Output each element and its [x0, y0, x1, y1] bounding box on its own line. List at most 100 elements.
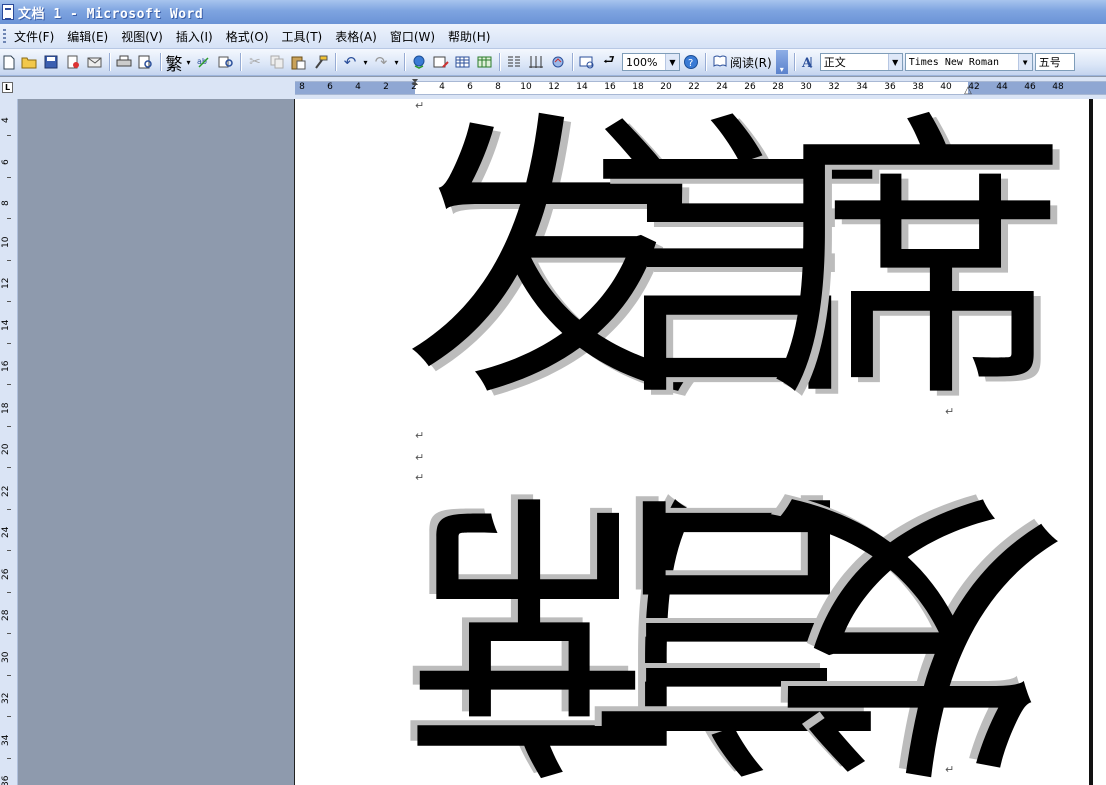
ruler-tick	[7, 591, 11, 593]
ruler-tick	[7, 218, 11, 219]
ruler-tick	[7, 716, 11, 717]
menu-table[interactable]: 表格(A)	[331, 26, 386, 47]
title-bar: 文档 1 - Microsoft Word	[0, 0, 1106, 24]
toolbar-overflow-icon[interactable]: ▾	[775, 50, 788, 74]
document-map-icon[interactable]	[547, 51, 569, 73]
paragraph-mark: ↵	[415, 99, 425, 112]
menu-edit[interactable]: 编辑(E)	[63, 26, 117, 47]
document-char[interactable]: 席	[767, 113, 1067, 413]
document-page[interactable]: 发 言 席 ↵ ↵ ↵ ↵ ↵ 席 言 发 ↵	[294, 99, 1091, 785]
tab-selector[interactable]: L	[0, 77, 18, 99]
paragraph-mark: ↵	[415, 429, 425, 442]
toolbar-separator	[160, 53, 161, 71]
ruler-tick	[7, 425, 11, 427]
ruler-tick	[7, 135, 11, 136]
chevron-down-icon[interactable]: ▾	[361, 51, 370, 73]
ruler-tick	[7, 674, 11, 676]
columns-icon[interactable]	[503, 51, 525, 73]
email-icon[interactable]	[84, 51, 106, 73]
show-hide-icon[interactable]	[576, 51, 598, 73]
toolbar-separator	[705, 53, 706, 71]
redo-icon[interactable]: ↷	[370, 51, 392, 73]
traditional-chinese-button[interactable]: 繁	[164, 51, 184, 75]
vertical-ruler-number: 20	[1, 443, 11, 455]
font-select[interactable]: Times New Roman ▼	[904, 53, 1033, 71]
chevron-down-icon[interactable]: ▼	[887, 54, 902, 70]
vertical-ruler-number: 36	[1, 775, 11, 785]
ruler-number: 8	[299, 82, 305, 92]
vertical-ruler-number: 26	[1, 568, 11, 580]
vertical-ruler-number: 22	[1, 485, 11, 497]
zoom-select[interactable]: 100% ▼	[622, 53, 680, 71]
vertical-ruler-number: 12	[1, 277, 11, 289]
ruler-tick	[7, 508, 11, 510]
vertical-ruler-number: 4	[1, 117, 11, 123]
insert-table-icon[interactable]	[452, 51, 474, 73]
new-document-icon[interactable]	[0, 51, 18, 73]
standard-toolbar: 繁 ▾ ab ✂ ↶ ▾ ↷ ▾ ⮐ 100% ▼ ? 阅读(R) ▾ A 正文…	[0, 49, 1106, 76]
ruler-tick	[7, 550, 11, 551]
pilcrow-icon[interactable]: ⮐	[598, 51, 620, 73]
menu-insert[interactable]: 插入(I)	[172, 26, 222, 47]
toolbar-separator	[499, 53, 500, 71]
vertical-ruler-number: 30	[1, 651, 11, 663]
first-line-indent-marker[interactable]: ⧗	[411, 77, 418, 88]
menu-grip-handle[interactable]	[3, 29, 6, 43]
toolbar-separator	[404, 53, 405, 71]
ruler-tick	[7, 757, 11, 759]
menu-help[interactable]: 帮助(H)	[444, 26, 499, 47]
vertical-ruler-number: 18	[1, 402, 11, 414]
permission-icon[interactable]	[62, 51, 84, 73]
vertical-ruler-number: 24	[1, 526, 11, 538]
style-value: 正文	[823, 56, 846, 69]
spelling-icon[interactable]: ab	[193, 51, 215, 73]
style-select[interactable]: 正文 ▼	[819, 53, 903, 71]
ruler-tick	[7, 467, 11, 468]
undo-icon[interactable]: ↶	[339, 51, 361, 73]
cut-icon[interactable]: ✂	[244, 51, 266, 73]
ruler-number: 2	[383, 82, 389, 92]
hyperlink-icon[interactable]	[408, 51, 430, 73]
ruler-tick	[7, 176, 11, 178]
vertical-ruler-number: 34	[1, 734, 11, 746]
paragraph-mark: ↵	[945, 763, 955, 776]
menu-tools[interactable]: 工具(T)	[278, 26, 332, 47]
font-value: Times New Roman	[908, 56, 1000, 68]
styles-formatting-icon[interactable]: A	[798, 51, 820, 73]
chevron-down-icon[interactable]: ▾	[184, 51, 193, 73]
tables-borders-icon[interactable]	[430, 51, 452, 73]
scrollbar-track[interactable]	[1093, 99, 1106, 785]
vertical-ruler-number: 16	[1, 360, 11, 372]
paste-icon[interactable]	[288, 51, 310, 73]
font-size-select[interactable]: 五号	[1034, 53, 1075, 71]
menu-view[interactable]: 视图(V)	[117, 26, 172, 47]
toolbar-separator	[335, 53, 336, 71]
document-char-rotated[interactable]: 发	[767, 453, 1067, 785]
drawing-icon[interactable]	[525, 51, 547, 73]
menu-file[interactable]: 文件(F)	[10, 26, 63, 47]
read-mode-label: 阅读(R)	[730, 55, 772, 70]
read-mode-button[interactable]: 阅读(R)	[709, 54, 776, 71]
ruler-tick	[7, 342, 11, 344]
print-icon[interactable]	[113, 51, 135, 73]
chevron-down-icon[interactable]: ▾	[392, 51, 401, 73]
help-icon[interactable]: ?	[680, 51, 702, 73]
menu-window[interactable]: 窗口(W)	[386, 26, 444, 47]
research-icon[interactable]	[215, 51, 237, 73]
word-document-icon[interactable]	[2, 4, 14, 20]
menu-format[interactable]: 格式(O)	[222, 26, 278, 47]
traditional-chinese-label: 繁	[165, 54, 183, 75]
insert-excel-icon[interactable]	[474, 51, 496, 73]
svg-text:?: ?	[688, 58, 693, 69]
format-painter-icon[interactable]	[310, 51, 332, 73]
chevron-down-icon[interactable]: ▼	[1017, 54, 1032, 70]
vertical-ruler[interactable]: 4 6 8 10 12 14 16 18 20 22 24 26 28 30 32 34 36	[0, 99, 18, 785]
chevron-down-icon[interactable]: ▼	[665, 54, 679, 70]
print-preview-icon[interactable]	[135, 51, 157, 73]
vertical-ruler-number: 6	[1, 158, 11, 165]
open-folder-icon[interactable]	[18, 51, 40, 73]
save-icon[interactable]	[40, 51, 62, 73]
copy-icon[interactable]	[266, 51, 288, 73]
toolbar-separator	[109, 53, 110, 71]
ruler-number: 4	[355, 82, 361, 92]
